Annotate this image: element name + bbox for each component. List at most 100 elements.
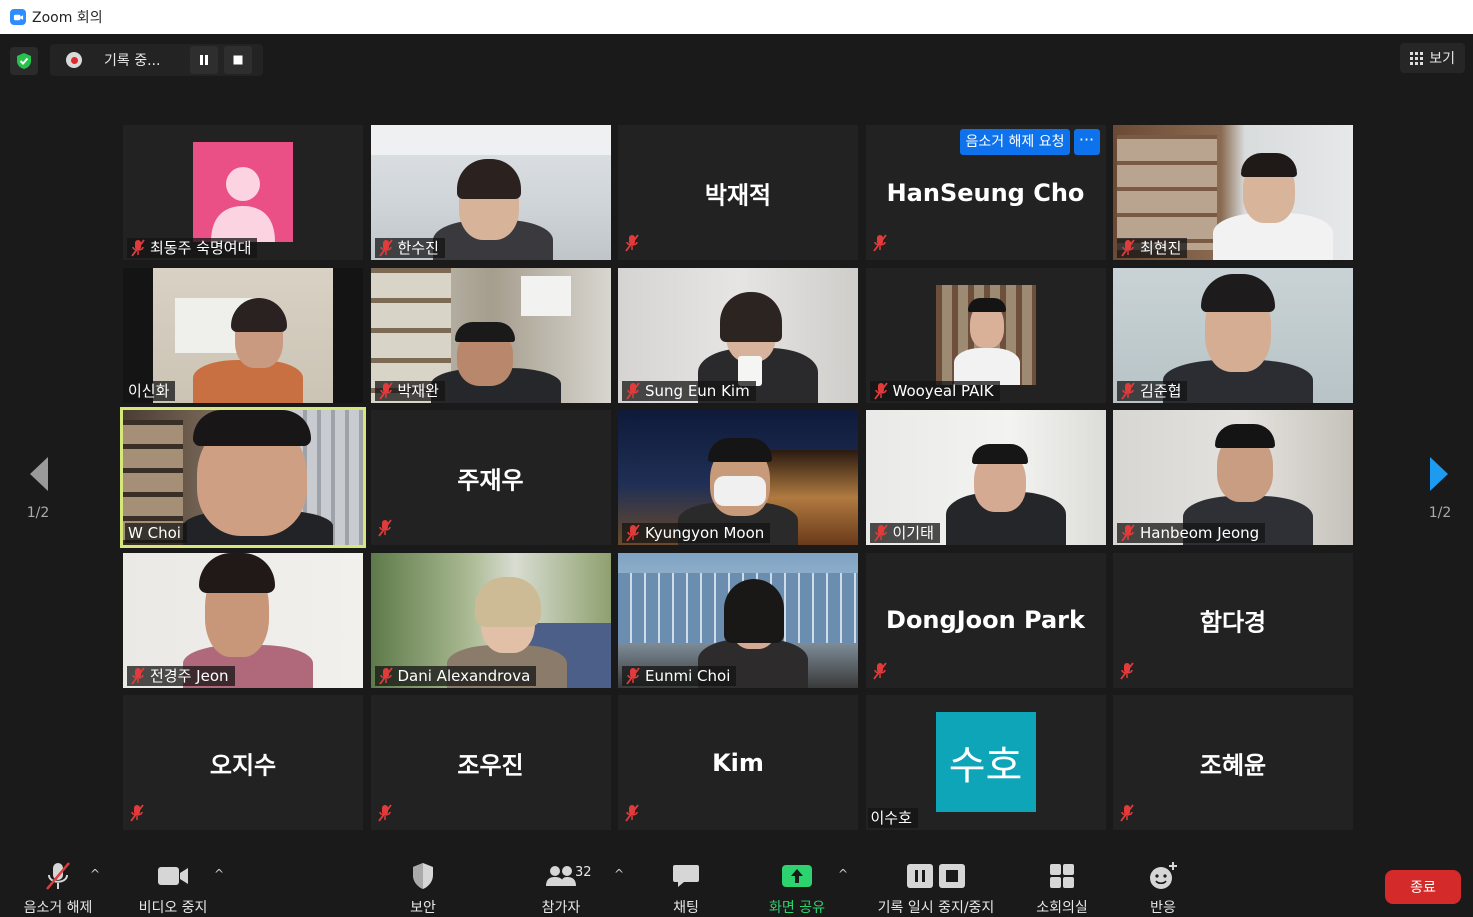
participant-nametag: 이신화 (125, 380, 176, 401)
participant-tile[interactable]: DongJoon Park (865, 552, 1106, 688)
stop-recording-button[interactable] (224, 46, 252, 74)
participant-tile[interactable]: Dani Alexandrova (370, 552, 611, 688)
participant-name: 최동주 숙명여대 (150, 239, 252, 257)
participant-display-name: 주재우 (457, 466, 524, 494)
pause-recording-button[interactable] (190, 46, 218, 74)
participant-nametag: Dani Alexandrova (374, 665, 537, 686)
participant-display-name: 조혜윤 (1199, 751, 1267, 779)
mic-muted-icon (624, 804, 640, 826)
mic-muted-icon (873, 524, 888, 542)
participants-options-caret-icon[interactable]: ^ (614, 867, 624, 881)
participant-nametag: W Choi (125, 523, 187, 543)
encryption-shield-icon[interactable] (10, 47, 38, 75)
prev-page-button[interactable]: 1/2 (18, 455, 58, 521)
participant-tile[interactable]: 조혜윤 (1113, 695, 1353, 830)
participant-tile[interactable]: 음소거 해제 요청 ··· HanSeung Cho (865, 125, 1106, 260)
participant-tile[interactable]: 박재완 (370, 267, 611, 403)
participant-tile[interactable]: Sung Eun Kim (618, 267, 858, 403)
mic-muted-icon (873, 381, 888, 400)
participant-tile-active-speaker[interactable]: W Choi (120, 407, 366, 548)
recording-controls-icon (906, 859, 966, 893)
recording-dot-icon (66, 52, 82, 68)
participant-tile[interactable]: 수호 이수호 (865, 695, 1106, 830)
participants-icon (545, 859, 577, 893)
recording-pause-stop-button[interactable]: 기록 일시 중지/중지 (866, 859, 1006, 917)
participant-tile[interactable]: 이기태 (865, 410, 1106, 545)
participant-nametag: 김준협 (1117, 380, 1188, 401)
video-camera-icon (157, 859, 189, 893)
participant-name: Kyungyon Moon (645, 524, 765, 542)
breakout-rooms-icon (1049, 859, 1075, 893)
participant-nametag: 전경주 Jeon (127, 665, 235, 686)
mic-muted-icon (378, 381, 393, 400)
mic-muted-icon (626, 381, 640, 400)
participant-tile[interactable]: 오지수 (123, 695, 363, 830)
participant-name: 박재완 (397, 381, 439, 400)
participant-name: 이신화 (128, 381, 170, 400)
participant-tile[interactable]: 주재우 (370, 410, 611, 545)
mic-muted-icon (626, 524, 640, 542)
participant-tile[interactable]: Kim (618, 695, 858, 830)
participant-tile[interactable]: Wooyeal PAIK (865, 267, 1106, 403)
participant-nametag: Hanbeom Jeong (1117, 523, 1266, 543)
participant-name: 이기태 (892, 524, 934, 542)
participant-tile[interactable]: 김준협 (1113, 267, 1353, 403)
participant-nametag: 최동주 숙명여대 (127, 238, 258, 258)
end-meeting-button[interactable]: 종료 (1385, 870, 1461, 904)
participant-name: Eunmi Choi (645, 666, 731, 685)
view-button[interactable]: 보기 (1400, 43, 1465, 73)
recording-indicator: 기록 중... (50, 44, 263, 76)
participant-tile[interactable]: 최현진 (1113, 125, 1353, 260)
participant-nametag: 이수호 (867, 808, 918, 828)
participant-tile[interactable]: 조우진 (370, 695, 611, 830)
participant-name: Wooyeal PAIK (892, 381, 994, 400)
chat-button[interactable]: 채팅 (664, 859, 708, 917)
mic-muted-icon (131, 666, 145, 685)
mic-muted-icon (1121, 239, 1135, 257)
participant-display-name: 함다경 (1199, 608, 1267, 637)
participant-tile[interactable]: 이신화 (123, 267, 363, 403)
participant-tile[interactable]: 함다경 (1113, 552, 1353, 688)
next-page-button[interactable]: 1/2 (1420, 455, 1460, 521)
avatar (193, 142, 293, 242)
participant-nametag: 이기태 (869, 523, 940, 543)
mic-muted-icon (872, 234, 888, 256)
window-titlebar: Zoom 회의 (0, 0, 1473, 34)
breakout-rooms-button[interactable]: 소회의실 (1030, 859, 1094, 917)
participant-display-name: Kim (712, 748, 764, 777)
audio-options-caret-icon[interactable]: ^ (90, 867, 100, 881)
participant-tile[interactable]: Hanbeom Jeong (1113, 410, 1353, 545)
unmute-button[interactable]: 음소거 해제 (16, 859, 100, 917)
page-indicator-left: 1/2 (26, 505, 50, 521)
chevron-right-icon (1430, 457, 1448, 491)
share-screen-button[interactable]: 화면 공유 (762, 859, 832, 917)
share-screen-icon (781, 859, 813, 893)
participant-tile[interactable]: Kyungyon Moon (618, 410, 858, 545)
reaction-smiley-icon (1148, 859, 1178, 893)
share-options-caret-icon[interactable]: ^ (838, 867, 848, 881)
participant-tile[interactable]: 최동주 숙명여대 (123, 125, 363, 260)
security-button[interactable]: 보안 (400, 859, 446, 917)
participant-nametag: Eunmi Choi (622, 665, 737, 686)
participant-tile[interactable]: 한수진 (370, 125, 611, 260)
participant-name: Dani Alexandrova (397, 666, 531, 685)
window-title: Zoom 회의 (32, 10, 103, 26)
participant-name: 한수진 (397, 239, 439, 257)
participant-tile[interactable]: 박재적 (618, 125, 858, 260)
mic-muted-icon (1121, 524, 1135, 542)
avatar: 수호 (935, 712, 1036, 812)
participant-name: W Choi (128, 524, 181, 542)
mic-muted-icon (1119, 804, 1135, 826)
request-unmute-button[interactable]: 음소거 해제 요청 (960, 129, 1070, 155)
stop-icon (233, 55, 243, 65)
participant-display-name: 오지수 (209, 751, 277, 779)
participant-tile[interactable]: Eunmi Choi (618, 552, 858, 688)
stop-video-button[interactable]: 비디오 중지 (130, 859, 216, 917)
participant-nametag: Kyungyon Moon (622, 523, 771, 543)
video-options-caret-icon[interactable]: ^ (214, 867, 224, 881)
more-options-button[interactable]: ··· (1073, 129, 1100, 155)
mic-muted-icon (624, 234, 640, 256)
mic-muted-icon (377, 519, 393, 541)
participant-tile[interactable]: 전경주 Jeon (123, 552, 363, 688)
reactions-button[interactable]: 반응 (1140, 859, 1186, 917)
